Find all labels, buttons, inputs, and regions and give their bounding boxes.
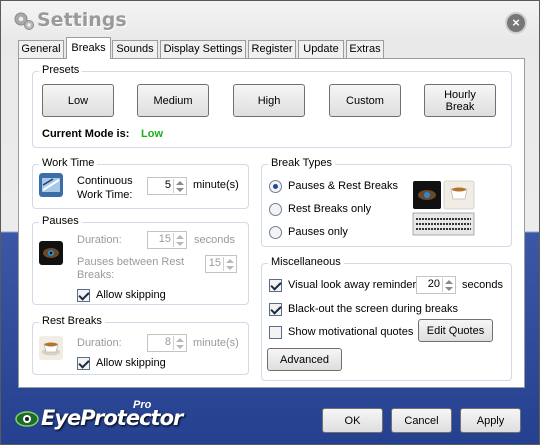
rest-duration-label: Duration:: [77, 337, 122, 349]
spinner-arrows-icon[interactable]: [173, 179, 185, 193]
rest-duration-value: 8: [164, 336, 171, 348]
cancel-button[interactable]: Cancel: [391, 408, 452, 433]
current-mode-label: Current Mode is:: [42, 128, 130, 140]
pauses-allow-skipping-checkbox[interactable]: [77, 289, 90, 302]
tab-update[interactable]: Update: [298, 40, 344, 58]
spinner-arrows-icon[interactable]: [442, 278, 454, 292]
pauses-between-spinner[interactable]: 15: [205, 255, 237, 273]
work-time-spinner[interactable]: 5: [147, 177, 187, 195]
pauses-between-label: Pauses between Rest Breaks:: [77, 256, 185, 281]
rest-breaks-title: Rest Breaks: [39, 315, 105, 327]
eye-icon: [39, 241, 63, 265]
radio-pauses-only[interactable]: [269, 226, 282, 239]
look-away-reminder-checkbox[interactable]: [269, 279, 282, 292]
tab-display-settings[interactable]: Display Settings: [160, 40, 246, 58]
tab-sounds[interactable]: Sounds: [112, 40, 158, 58]
rest-duration-spinner[interactable]: 8: [147, 334, 187, 352]
coffee-cup-icon: [39, 336, 63, 360]
edit-quotes-button[interactable]: Edit Quotes: [418, 319, 493, 342]
pauses-title: Pauses: [39, 215, 82, 227]
break-type-option-label: Rest Breaks only: [288, 203, 372, 215]
breaks-panel: Presets Low Medium High Custom Hourly Br…: [18, 58, 525, 388]
spinner-arrows-icon[interactable]: [173, 233, 185, 247]
pauses-allow-skipping-label: Allow skipping: [96, 289, 166, 301]
spinner-arrows-icon[interactable]: [173, 336, 185, 350]
break-types-illustration-icon: [412, 180, 475, 236]
logo-pro-badge: Pro: [133, 399, 152, 411]
continuous-work-time-label: Continuous Work Time:: [77, 175, 133, 201]
preset-hourly-break-button[interactable]: Hourly Break: [424, 84, 496, 117]
preset-custom-button[interactable]: Custom: [329, 84, 401, 117]
blackout-screen-checkbox[interactable]: [269, 303, 282, 316]
window-title: Settings: [37, 9, 127, 31]
pauses-between-value: 15: [208, 257, 221, 269]
advanced-button[interactable]: Advanced: [267, 348, 342, 371]
miscellaneous-group: Miscellaneous Visual look away reminder:…: [261, 256, 512, 381]
settings-window: Settings × General Breaks Sounds Display…: [0, 0, 540, 445]
close-button[interactable]: ×: [505, 12, 527, 34]
tab-extras[interactable]: Extras: [346, 40, 384, 58]
ok-button[interactable]: OK: [322, 408, 383, 433]
title-bar: Settings ×: [1, 1, 540, 39]
rest-allow-skipping-label: Allow skipping: [96, 357, 166, 369]
tab-register[interactable]: Register: [248, 40, 296, 58]
pauses-group: Pauses Duration: 15 seconds Pauses betwe…: [32, 215, 249, 305]
pause-duration-label: Duration:: [77, 234, 122, 246]
radio-pauses-and-rest-breaks[interactable]: [269, 180, 282, 193]
gears-icon: [14, 12, 34, 30]
tab-general[interactable]: General: [18, 40, 64, 58]
look-away-seconds-unit: seconds: [462, 279, 503, 291]
rest-allow-skipping-checkbox[interactable]: [77, 357, 90, 370]
motivational-quotes-label: Show motivational quotes: [288, 326, 414, 338]
presets-group: Presets Low Medium High Custom Hourly Br…: [32, 64, 512, 148]
look-away-reminder-label: Visual look away reminder:: [288, 279, 420, 291]
look-away-seconds-value: 20: [427, 278, 440, 290]
work-time-value: 5: [164, 179, 171, 191]
preset-high-button[interactable]: High: [233, 84, 305, 117]
break-types-title: Break Types: [268, 157, 335, 169]
look-away-seconds-spinner[interactable]: 20: [416, 276, 456, 294]
motivational-quotes-checkbox[interactable]: [269, 326, 282, 339]
current-mode-value: Low: [141, 128, 163, 140]
preset-medium-button[interactable]: Medium: [137, 84, 209, 117]
work-time-unit: minute(s): [193, 179, 239, 191]
pause-duration-value: 15: [158, 233, 171, 245]
break-types-group: Break Types Pauses & Rest Breaks Rest Br…: [261, 157, 512, 247]
blackout-screen-label: Black-out the screen during breaks: [288, 303, 458, 315]
apply-button[interactable]: Apply: [460, 408, 521, 433]
radio-rest-breaks-only[interactable]: [269, 203, 282, 216]
keyboard-icon: [39, 173, 63, 197]
preset-low-button[interactable]: Low: [42, 84, 114, 117]
work-time-title: Work Time: [39, 157, 98, 169]
logo-text: EyeProtector: [41, 406, 183, 430]
break-type-option-label: Pauses only: [288, 226, 348, 238]
eye-logo-icon: [15, 411, 39, 427]
miscellaneous-title: Miscellaneous: [268, 256, 344, 268]
work-time-group: Work Time Continuous Work Time: 5 minute…: [32, 157, 249, 209]
break-type-option-label: Pauses & Rest Breaks: [288, 180, 399, 192]
spinner-arrows-icon[interactable]: [223, 257, 235, 271]
rest-duration-unit: minute(s): [193, 337, 239, 349]
rest-breaks-group: Rest Breaks Duration: 8 minute(s) Allow …: [32, 315, 249, 375]
pause-duration-unit: seconds: [194, 234, 235, 246]
presets-title: Presets: [39, 64, 83, 76]
tab-breaks[interactable]: Breaks: [66, 37, 111, 59]
pause-duration-spinner[interactable]: 15: [147, 231, 187, 249]
